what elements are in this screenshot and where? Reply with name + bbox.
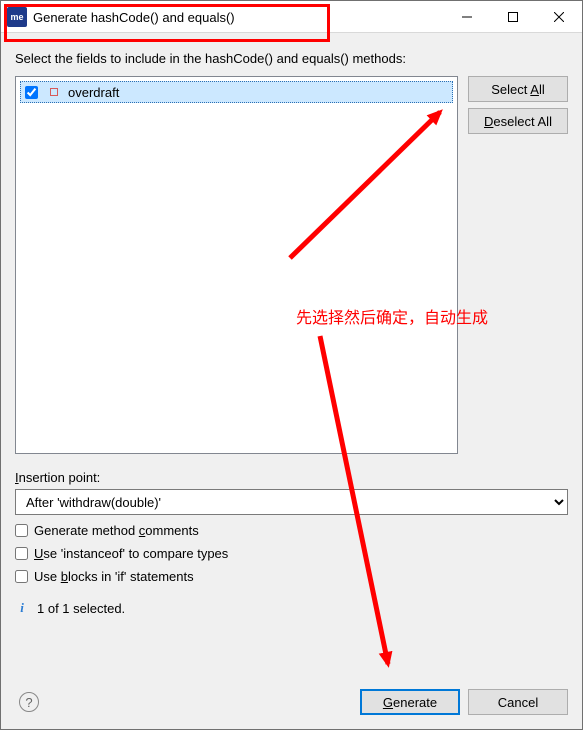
maximize-button[interactable]: [490, 1, 536, 33]
status-line: i 1 of 1 selected.: [15, 600, 568, 616]
generate-button[interactable]: Generate: [360, 689, 460, 715]
cancel-button[interactable]: Cancel: [468, 689, 568, 715]
minimize-button[interactable]: [444, 1, 490, 33]
use-instanceof-option[interactable]: Use 'instanceof' to compare types: [15, 546, 568, 561]
app-icon: me: [7, 7, 27, 27]
field-label: overdraft: [68, 85, 119, 100]
info-icon: i: [15, 600, 29, 616]
field-type-icon: [50, 88, 58, 96]
side-buttons: Select All Deselect All: [468, 76, 568, 454]
deselect-all-button[interactable]: Deselect All: [468, 108, 568, 134]
use-blocks-checkbox[interactable]: [15, 570, 28, 583]
status-text: 1 of 1 selected.: [37, 601, 125, 616]
close-button[interactable]: [536, 1, 582, 33]
instruction-label: Select the fields to include in the hash…: [15, 51, 568, 66]
fields-row: overdraft Select All Deselect All: [15, 76, 568, 454]
field-item[interactable]: overdraft: [20, 81, 453, 103]
dialog-window: me Generate hashCode() and equals() Sele…: [0, 0, 583, 730]
title-bar: me Generate hashCode() and equals(): [1, 1, 582, 33]
select-all-button[interactable]: Select All: [468, 76, 568, 102]
field-checkbox[interactable]: [25, 86, 38, 99]
use-instanceof-checkbox[interactable]: [15, 547, 28, 560]
insertion-point-combo[interactable]: After 'withdraw(double)': [15, 489, 568, 515]
window-title: Generate hashCode() and equals(): [33, 9, 444, 25]
help-icon[interactable]: ?: [19, 692, 39, 712]
dialog-content: Select the fields to include in the hash…: [1, 33, 582, 729]
dialog-footer: ? Generate Cancel: [15, 677, 568, 715]
use-blocks-option[interactable]: Use blocks in 'if' statements: [15, 569, 568, 584]
generate-comments-checkbox[interactable]: [15, 524, 28, 537]
generate-comments-option[interactable]: Generate method comments: [15, 523, 568, 538]
footer-buttons: Generate Cancel: [360, 689, 568, 715]
field-list[interactable]: overdraft: [15, 76, 458, 454]
insertion-label: Insertion point:: [15, 470, 568, 485]
